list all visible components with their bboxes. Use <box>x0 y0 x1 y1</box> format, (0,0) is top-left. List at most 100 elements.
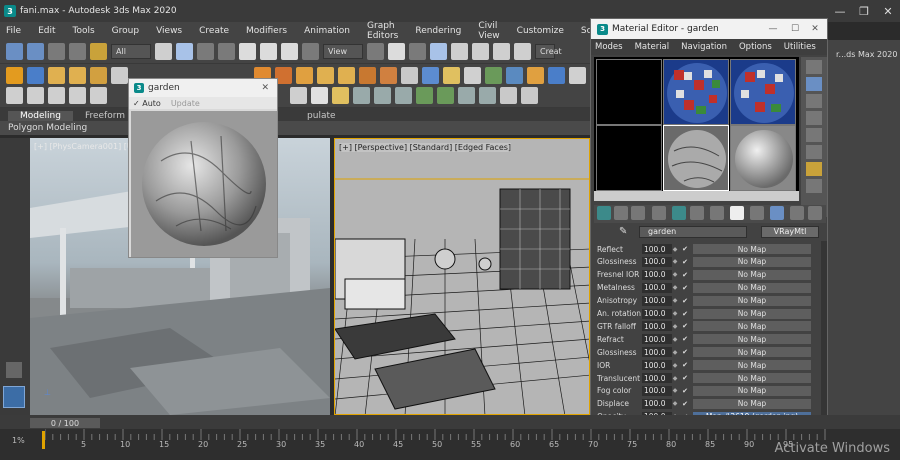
snaps-toggle-icon[interactable] <box>430 43 447 60</box>
spinner-icon[interactable]: ◆ <box>672 399 678 409</box>
minimize-icon[interactable]: — <box>763 19 783 39</box>
show-end-result-icon[interactable] <box>750 206 764 220</box>
select-by-name-icon[interactable] <box>176 43 193 60</box>
spinner-snap-icon[interactable] <box>493 43 510 60</box>
vray-icon[interactable] <box>6 67 23 84</box>
link-icon[interactable] <box>48 43 65 60</box>
go-forward-icon[interactable] <box>790 206 804 220</box>
preview-window-titlebar[interactable]: 3 garden ✕ <box>129 79 277 97</box>
parameters-scrollbar[interactable] <box>821 241 827 431</box>
vray-ambient-icon[interactable] <box>338 67 355 84</box>
me-menu-navigation[interactable]: Navigation <box>681 42 727 52</box>
vray-plane-icon[interactable] <box>296 67 313 84</box>
vray-proxy-icon[interactable] <box>111 67 128 84</box>
param-value-field[interactable]: 100.0 <box>642 373 672 383</box>
menu-item-animation[interactable]: Animation <box>304 26 350 36</box>
reference-coordinate-dropdown[interactable]: View <box>323 44 363 59</box>
vray-clipper-icon[interactable] <box>380 67 397 84</box>
vray-grid-icon[interactable] <box>27 67 44 84</box>
material-slot-2[interactable] <box>663 59 729 125</box>
vray-ocean-icon[interactable] <box>548 67 565 84</box>
vray-lens-icon[interactable] <box>506 67 523 84</box>
time-slider[interactable]: 0 / 100 <box>30 418 100 428</box>
map-slot-button[interactable]: No Map <box>693 295 811 306</box>
sphere-icon[interactable] <box>479 87 496 104</box>
place-icon[interactable] <box>302 43 319 60</box>
cone-icon[interactable] <box>69 87 86 104</box>
me-menu-modes[interactable]: Modes <box>595 42 623 52</box>
viewport-layouts-button[interactable] <box>3 386 25 408</box>
restore-icon[interactable]: ❐ <box>852 0 876 22</box>
undo-icon[interactable] <box>6 43 23 60</box>
eyedropper-icon[interactable]: ✎ <box>619 226 627 237</box>
material-slot-3[interactable] <box>730 59 796 125</box>
vray-ies-icon[interactable] <box>317 67 334 84</box>
reset-map-icon[interactable] <box>652 206 666 220</box>
param-value-field[interactable]: 100.0 <box>642 321 672 332</box>
map-slot-button[interactable]: No Map <box>693 373 811 383</box>
window-crossing-icon[interactable] <box>218 43 235 60</box>
omni-light-icon[interactable] <box>290 87 307 104</box>
map-enable-checkbox[interactable]: ✔ <box>680 399 690 409</box>
vray-env-icon[interactable] <box>485 67 502 84</box>
map-enable-checkbox[interactable]: ✔ <box>680 373 690 383</box>
percent-snap-icon[interactable] <box>472 43 489 60</box>
menu-item-edit[interactable]: Edit <box>38 26 55 36</box>
map-enable-checkbox[interactable]: ✔ <box>680 244 690 254</box>
angle-snap-icon[interactable] <box>451 43 468 60</box>
unlink-icon[interactable] <box>69 43 86 60</box>
move-icon[interactable] <box>239 43 256 60</box>
material-slot-garden[interactable] <box>663 125 729 191</box>
spinner-icon[interactable]: ◆ <box>672 270 678 280</box>
edit-named-selection-icon[interactable] <box>514 43 531 60</box>
checker-icon[interactable] <box>353 87 370 104</box>
vray-fire-icon[interactable] <box>527 67 544 84</box>
hair-icon[interactable] <box>458 87 475 104</box>
make-preview-icon[interactable] <box>806 145 822 159</box>
param-value-field[interactable]: 100.0 <box>642 334 672 345</box>
map-slot-button[interactable]: No Map <box>693 347 811 358</box>
param-value-field[interactable]: 100.0 <box>642 282 672 293</box>
material-editor-titlebar[interactable]: 3 Material Editor - garden — ☐ ✕ <box>591 19 827 39</box>
me-menu-options[interactable]: Options <box>739 42 772 52</box>
perspective-viewport-label[interactable]: [+] [Perspective] [Standard] [Edged Face… <box>339 143 512 152</box>
viewport-layout-icon[interactable] <box>6 362 22 378</box>
perspective-viewport[interactable]: [+] [Perspective] [Standard] [Edged Face… <box>334 138 590 415</box>
cloud-icon[interactable] <box>27 87 44 104</box>
menu-item-create[interactable]: Create <box>199 26 229 36</box>
me-menu-material[interactable]: Material <box>635 42 670 52</box>
map-enable-checkbox[interactable]: ✔ <box>680 270 690 280</box>
close-icon[interactable]: ✕ <box>876 0 900 22</box>
camera-icon[interactable] <box>521 87 538 104</box>
menu-item-customize[interactable]: Customize <box>517 26 564 36</box>
vray-dome-icon[interactable] <box>90 67 107 84</box>
map-slot-button[interactable]: No Map <box>693 269 811 280</box>
update-button[interactable]: Update <box>171 99 200 108</box>
map-slot-button[interactable]: No Map <box>693 360 811 371</box>
map-slot-button[interactable]: No Map <box>693 385 811 396</box>
menu-item-modifiers[interactable]: Modifiers <box>246 26 287 36</box>
spinner-icon[interactable]: ◆ <box>672 347 678 357</box>
vray-light-icon[interactable] <box>48 67 65 84</box>
menu-item-group[interactable]: Group <box>112 26 139 36</box>
keyboard-shortcut-icon[interactable] <box>409 43 426 60</box>
vray-cup-icon[interactable] <box>443 67 460 84</box>
show-shaded-icon[interactable] <box>730 206 744 220</box>
gradient-icon[interactable] <box>374 87 391 104</box>
close-icon[interactable]: ✕ <box>805 19 825 39</box>
sample-type-icon[interactable] <box>806 60 822 74</box>
redo-icon[interactable] <box>27 43 44 60</box>
menu-item-file[interactable]: File <box>6 26 21 36</box>
map-slot-button[interactable]: No Map <box>693 321 811 332</box>
spinner-icon[interactable]: ◆ <box>672 373 678 383</box>
material-name-field[interactable]: garden <box>639 226 747 238</box>
map-enable-checkbox[interactable]: ✔ <box>680 283 690 293</box>
put-to-library-icon[interactable] <box>690 206 704 220</box>
menu-item-graph-editors[interactable]: Graph Editors <box>367 21 398 41</box>
material-slot-6[interactable] <box>730 125 796 191</box>
spinner-icon[interactable]: ◆ <box>672 334 678 344</box>
map-slot-button[interactable]: No Map <box>693 282 811 293</box>
menu-item-civil-view[interactable]: Civil View <box>478 21 499 41</box>
auto-checkbox[interactable]: ✓ Auto <box>133 99 161 108</box>
map-enable-checkbox[interactable]: ✔ <box>680 360 690 370</box>
